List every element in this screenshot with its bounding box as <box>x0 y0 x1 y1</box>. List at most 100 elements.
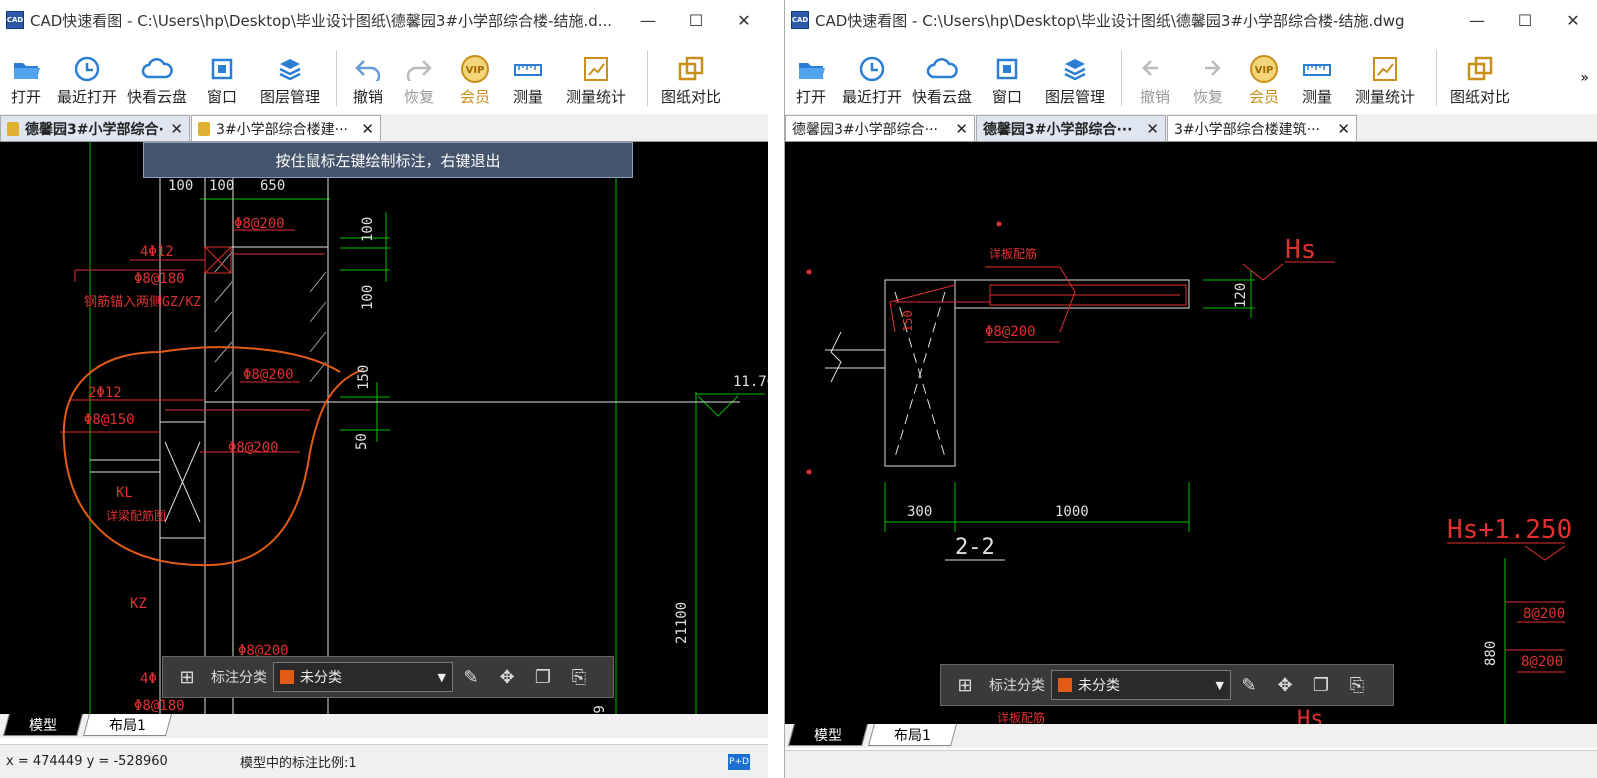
toolbar-separator <box>1436 50 1437 106</box>
vip-button[interactable]: VIP 会员 <box>447 44 503 110</box>
close-tab-icon[interactable]: ✕ <box>361 120 374 138</box>
document-tabs: 德馨园3#小学部综合··· ✕ 德馨园3#小学部综合··· ✕ 3#小学部综合楼建筑… <box>785 114 1597 142</box>
paste-icon[interactable]: ⎘ <box>561 667 597 688</box>
recent-button[interactable]: 最近打开 <box>52 44 122 110</box>
cad-label: 100 <box>360 285 376 310</box>
vip-button[interactable]: VIP 会员 <box>1236 44 1292 110</box>
cad-label: 150 <box>901 310 915 332</box>
tab-model[interactable]: 模型 <box>788 724 868 746</box>
close-button[interactable]: ✕ <box>720 11 768 30</box>
edit-icon[interactable]: ✎ <box>453 667 489 688</box>
tab-model[interactable]: 模型 <box>3 714 83 736</box>
vip-icon: VIP <box>1249 54 1279 84</box>
tab-document-1[interactable]: 德馨园3#小学部综合··· ✕ <box>785 115 975 141</box>
close-tab-icon[interactable]: ✕ <box>955 120 968 138</box>
title-bar: CAD CAD快速看图 - C:\Users\hp\Desktop\毕业设计图纸… <box>0 0 768 40</box>
cad-label: KZ <box>130 596 147 612</box>
cad-label: 120 <box>1233 283 1249 308</box>
cad-label: 100 <box>360 217 376 242</box>
pdf-icon[interactable]: P+D <box>728 753 750 770</box>
layer-button[interactable]: 图层管理 <box>1037 44 1113 110</box>
cloud-button[interactable]: 快看云盘 <box>122 44 192 110</box>
maximize-button[interactable]: ☐ <box>672 11 720 30</box>
layers-icon <box>1062 54 1088 84</box>
minimize-button[interactable]: — <box>1453 11 1501 30</box>
layout-tabs: 模型 布局1 <box>785 724 1597 748</box>
cloud-button[interactable]: 快看云盘 <box>907 44 977 110</box>
window-icon <box>994 54 1020 84</box>
redo-button[interactable]: 恢复 <box>1180 44 1236 110</box>
paste-icon[interactable]: ⎘ <box>1339 675 1375 696</box>
tab-document-2[interactable]: 3#小学部综合楼建··· ✕ <box>191 115 381 141</box>
cad-label: 2-2 <box>955 535 995 560</box>
window-button[interactable]: 窗口 <box>192 44 252 110</box>
redo-button[interactable]: 恢复 <box>391 44 447 110</box>
cad-label: 详板配筋 <box>989 246 1037 261</box>
color-swatch <box>1058 678 1072 692</box>
close-tab-icon[interactable]: ✕ <box>1337 120 1350 138</box>
category-select[interactable]: 未分类 ▼ <box>273 662 453 692</box>
cad-label: Φ8@200 <box>228 440 279 456</box>
document-tabs: 德馨园3#小学部综合··· ✕ 3#小学部综合楼建··· ✕ <box>0 114 768 142</box>
move-icon[interactable]: ✥ <box>1267 675 1303 696</box>
cad-label: 50 <box>354 433 370 450</box>
maximize-button[interactable]: ☐ <box>1501 11 1549 30</box>
toolbar-separator <box>647 50 648 106</box>
ruler-icon <box>513 54 543 84</box>
cad-label: 钢筋锚入两侧GZ/KZ <box>84 294 201 310</box>
edit-icon[interactable]: ✎ <box>1231 675 1267 696</box>
stats-icon <box>582 54 610 84</box>
tab-layout1[interactable]: 布局1 <box>83 714 172 736</box>
cad-label: 详梁配筋图 <box>106 508 166 523</box>
minimize-button[interactable]: — <box>624 11 672 30</box>
undo-button[interactable]: 撤销 <box>1130 44 1180 110</box>
status-bar <box>785 750 1597 778</box>
chevron-down-icon: ▼ <box>1215 678 1224 692</box>
close-tab-icon[interactable]: ✕ <box>170 120 183 138</box>
measure-stats-button[interactable]: 测量统计 <box>1342 44 1428 110</box>
cad-label: Φ8@200 <box>243 367 294 383</box>
tab-document-1[interactable]: 德馨园3#小学部综合··· ✕ <box>0 115 190 141</box>
svg-text:VIP: VIP <box>466 65 485 76</box>
layout-tabs: 模型 布局1 <box>0 714 768 738</box>
cad-label: 2Φ12 <box>88 385 122 401</box>
open-button[interactable]: 打开 <box>0 44 52 110</box>
cad-label: 650 <box>260 178 285 194</box>
tab-document-2[interactable]: 德馨园3#小学部综合··· ✕ <box>976 115 1166 141</box>
copy-icon[interactable]: ❐ <box>1303 675 1339 696</box>
cad-label: 100 <box>168 178 193 194</box>
tab-layout1[interactable]: 布局1 <box>868 724 957 746</box>
move-icon[interactable]: ✥ <box>489 667 525 688</box>
close-button[interactable]: ✕ <box>1549 11 1597 30</box>
stats-icon <box>1371 54 1399 84</box>
measure-button[interactable]: 测量 <box>503 44 553 110</box>
compare-button[interactable]: 图纸对比 <box>1445 44 1515 110</box>
clock-icon <box>858 54 886 84</box>
cad-label: Hs+1.250 <box>1447 515 1572 545</box>
layers-icon <box>277 54 303 84</box>
cad-label: 1000 <box>1055 504 1089 520</box>
copy-icon[interactable]: ❐ <box>525 667 561 688</box>
drawing-canvas[interactable]: Φ8@200 4Φ12 Φ8@180 钢筋锚入两侧GZ/KZ 2Φ12 Φ8@1… <box>0 142 768 714</box>
compare-button[interactable]: 图纸对比 <box>656 44 726 110</box>
svg-text:VIP: VIP <box>1255 65 1274 76</box>
window-button[interactable]: 窗口 <box>977 44 1037 110</box>
undo-button[interactable]: 撤销 <box>345 44 391 110</box>
cad-label: 4Φ12 <box>140 244 174 260</box>
recent-button[interactable]: 最近打开 <box>837 44 907 110</box>
open-button[interactable]: 打开 <box>785 44 837 110</box>
more-icon[interactable]: » <box>1580 44 1597 86</box>
cad-label: 39 <box>592 705 608 714</box>
redo-icon <box>1194 54 1222 84</box>
cad-label: Hs <box>1285 235 1316 265</box>
layer-button[interactable]: 图层管理 <box>252 44 328 110</box>
close-tab-icon[interactable]: ✕ <box>1146 120 1159 138</box>
category-select[interactable]: 未分类 ▼ <box>1051 670 1231 700</box>
measure-button[interactable]: 测量 <box>1292 44 1342 110</box>
measure-stats-button[interactable]: 测量统计 <box>553 44 639 110</box>
grid-icon[interactable]: ⊞ <box>169 667 205 688</box>
drawing-canvas[interactable]: 详板配筋 Hs Φ8@200 Hs+1.250 8@200 8@200 详板配筋… <box>785 142 1597 724</box>
cad-label: Φ8@180 <box>134 698 185 714</box>
tab-document-3[interactable]: 3#小学部综合楼建筑··· ✕ <box>1167 115 1357 141</box>
grid-icon[interactable]: ⊞ <box>947 675 983 696</box>
